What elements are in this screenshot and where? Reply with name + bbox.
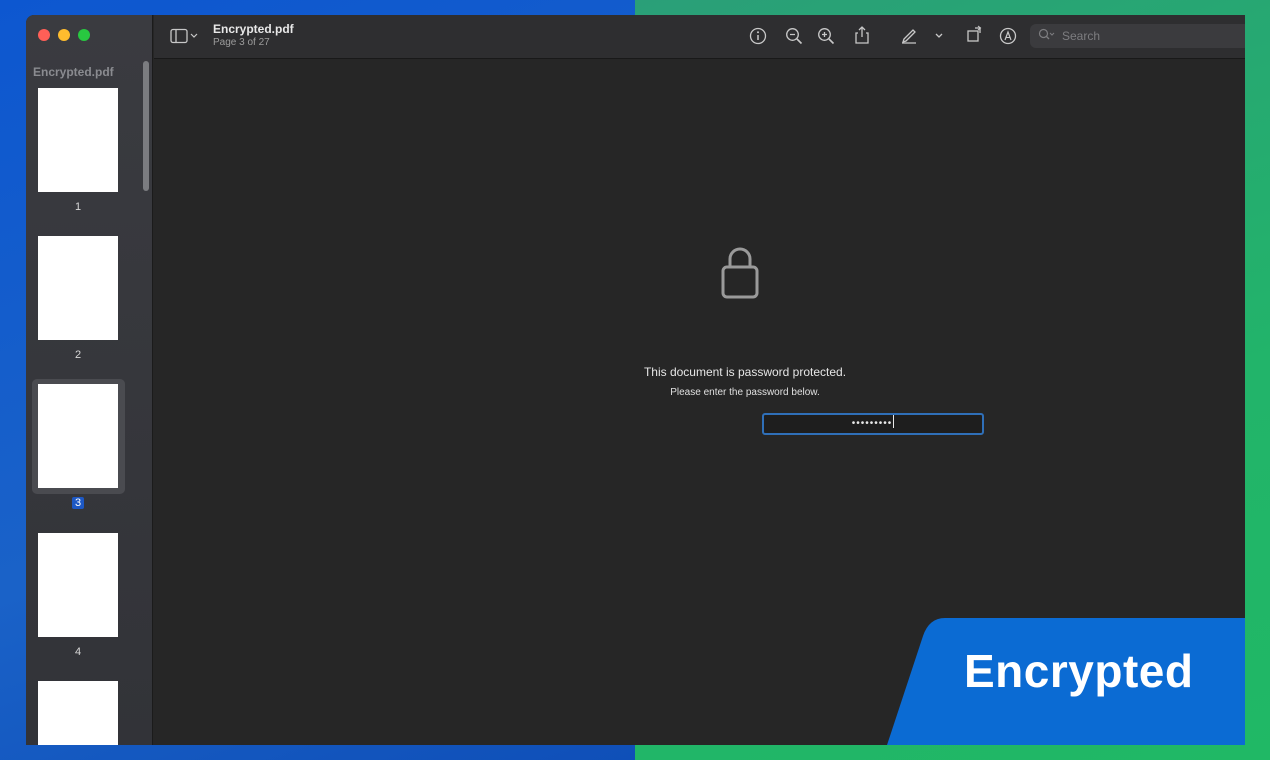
close-window-button[interactable] (38, 29, 50, 41)
rotate-icon[interactable] (966, 25, 984, 47)
document-title: Encrypted.pdf (213, 22, 294, 36)
minimize-window-button[interactable] (58, 29, 70, 41)
page-thumbnail-5[interactable] (38, 681, 118, 745)
highlight-icon[interactable] (900, 26, 920, 48)
zoom-out-icon[interactable] (785, 27, 803, 49)
page-indicator: Page 3 of 27 (213, 37, 270, 48)
share-icon[interactable] (853, 25, 871, 49)
password-mask: ••••••••• (851, 418, 893, 429)
password-protected-message: This document is password protected. (643, 365, 847, 379)
thumbnail-label: 4 (74, 646, 82, 658)
markup-icon[interactable] (999, 27, 1017, 49)
search-placeholder: Search (1062, 29, 1101, 43)
thumbnail-sidebar: Encrypted.pdf 1 2 3 4 (26, 15, 153, 745)
toolbar: Encrypted.pdf Page 3 of 27 Search (154, 15, 1245, 59)
sidebar-title: Encrypted.pdf (33, 65, 114, 79)
page-thumbnail-2[interactable] (38, 236, 118, 340)
zoom-window-button[interactable] (78, 29, 90, 41)
encrypted-badge-label: Encrypted (964, 645, 1194, 697)
page-thumbnail-3[interactable] (38, 384, 118, 488)
search-field[interactable]: Search (1030, 24, 1245, 48)
info-icon[interactable] (749, 27, 767, 49)
chevron-down-icon[interactable] (934, 29, 944, 45)
password-field[interactable]: ••••••••• (762, 413, 984, 435)
sidebar-toggle-icon[interactable] (170, 28, 198, 48)
zoom-in-icon[interactable] (817, 27, 835, 49)
window-controls (38, 29, 90, 41)
password-instruction: Please enter the password below. (670, 387, 820, 398)
text-caret (893, 415, 895, 428)
page-thumbnail-1[interactable] (38, 88, 118, 192)
sidebar-scrollbar[interactable] (143, 61, 149, 191)
lock-icon (720, 244, 760, 305)
thumbnail-label: 2 (74, 349, 82, 361)
page-thumbnail-4[interactable] (38, 533, 118, 637)
thumbnail-label-selected: 3 (26, 497, 130, 509)
thumbnail-label: 1 (74, 201, 82, 213)
search-icon (1038, 28, 1056, 45)
